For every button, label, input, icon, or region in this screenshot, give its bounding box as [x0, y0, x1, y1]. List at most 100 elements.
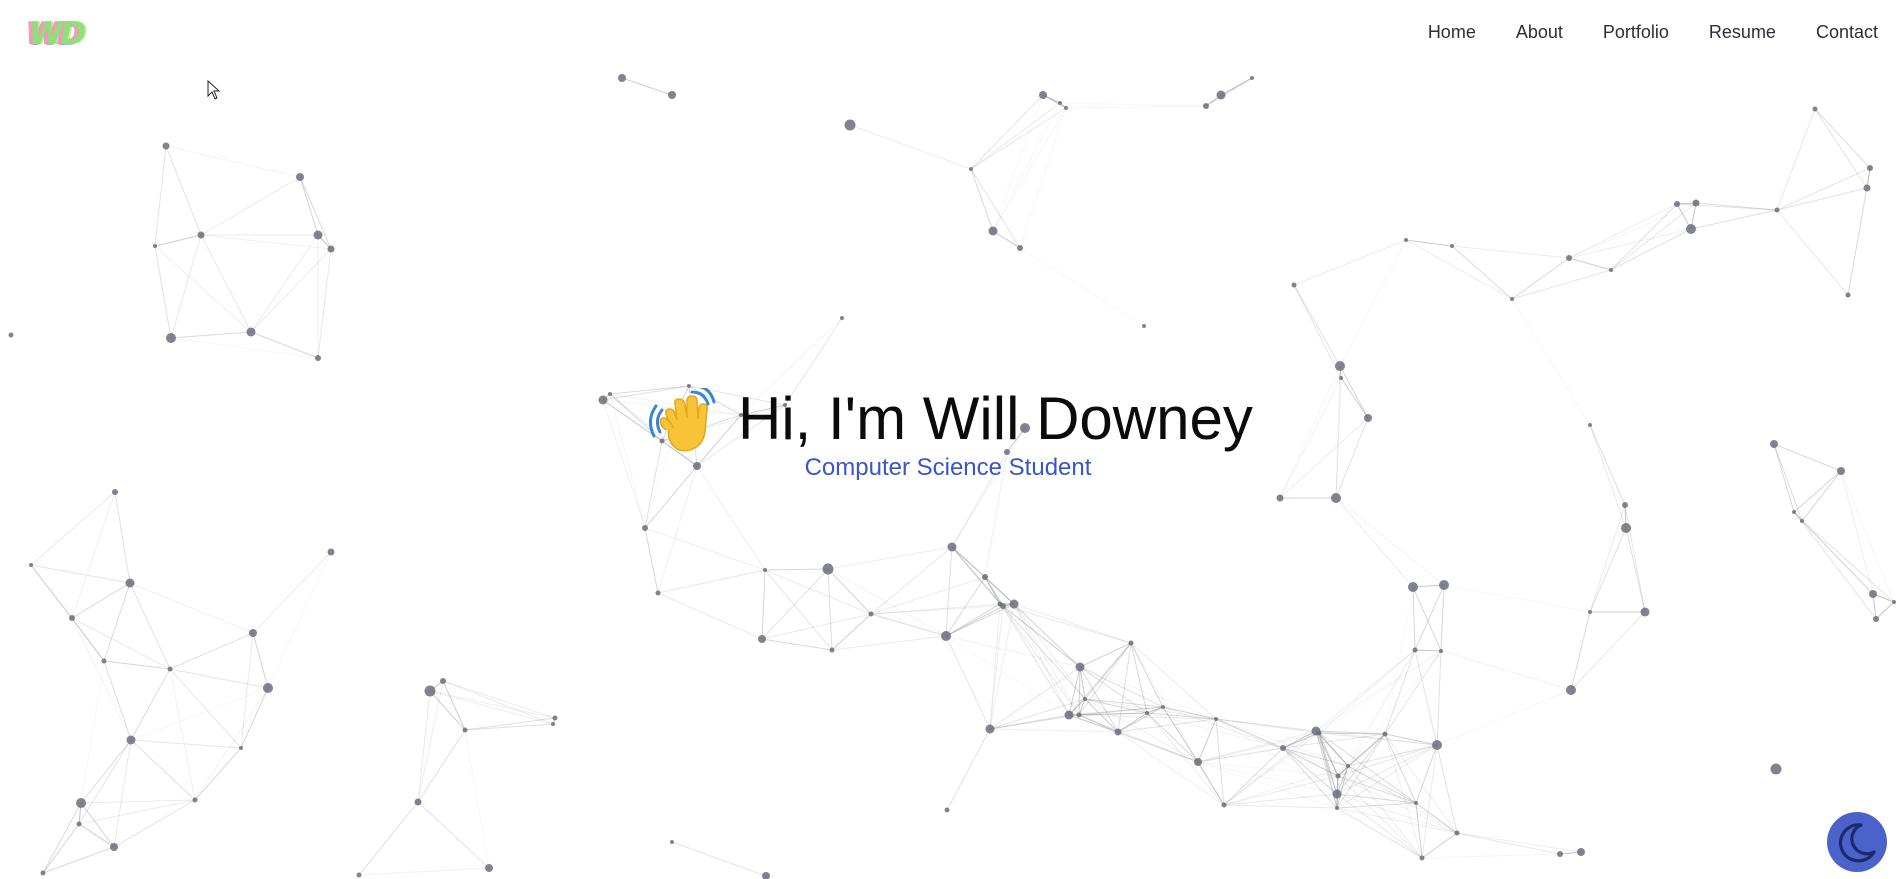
network-node [162, 142, 170, 150]
site-logo[interactable]: WD [29, 16, 86, 52]
network-node [192, 797, 198, 803]
network-edge [417, 680, 444, 803]
network-edge [165, 145, 301, 178]
network-edge [154, 234, 202, 247]
network-node [1280, 745, 1286, 751]
network-edge [1347, 649, 1416, 767]
network-edge [1079, 642, 1132, 668]
network-node [327, 245, 335, 253]
network-edge [764, 569, 872, 615]
network-node [985, 724, 995, 734]
network-edge [1776, 108, 1816, 211]
network-edge [1421, 832, 1458, 859]
network-node [239, 746, 243, 750]
network-node [1566, 255, 1572, 261]
network-node [1792, 510, 1796, 514]
network-edge [688, 385, 698, 467]
network-edge [1875, 601, 1895, 620]
network-node [1145, 711, 1149, 715]
network-edge [951, 427, 1026, 548]
theme-toggle-button[interactable] [1827, 812, 1887, 872]
network-node [1622, 502, 1628, 508]
network-edge [1335, 497, 1414, 588]
network-node [1017, 245, 1023, 251]
network-edge [1414, 584, 1445, 651]
network-edge [946, 728, 991, 811]
network-edge [194, 687, 269, 801]
network-node [1039, 91, 1047, 99]
network-edge [1690, 209, 1778, 230]
network-node [1439, 649, 1443, 653]
network-edge [317, 248, 332, 359]
network-node [1083, 697, 1087, 701]
network-edge [657, 465, 698, 594]
network-edge [1511, 257, 1570, 300]
network-edge [1282, 747, 1349, 767]
network-node [642, 525, 648, 531]
network-node [1640, 607, 1650, 617]
network-edge [849, 124, 972, 170]
nav-about-link[interactable]: About [1516, 20, 1563, 44]
network-node [1335, 806, 1339, 810]
nav-portfolio-link[interactable]: Portfolio [1603, 20, 1669, 44]
network-edge [764, 569, 833, 651]
network-edge [1801, 520, 1877, 620]
network-edge [1436, 650, 1442, 746]
network-edge [1013, 603, 1132, 644]
network-node [1837, 467, 1845, 475]
network-node [1863, 184, 1871, 192]
network-edge [1421, 744, 1438, 859]
network-edge [429, 690, 466, 731]
network-edge [1801, 520, 1895, 603]
network-node [1845, 292, 1851, 298]
network-edge [1223, 804, 1338, 809]
network-edge [129, 582, 254, 634]
network-node [1214, 717, 1218, 721]
network-edge [992, 230, 1021, 249]
network-edge [989, 728, 1119, 733]
network-edge [644, 527, 766, 571]
network-edge [688, 385, 786, 406]
network-edge [299, 176, 319, 236]
network-node [1114, 728, 1122, 736]
network-node [1869, 590, 1877, 598]
network-node [249, 629, 257, 637]
network-node [1419, 855, 1425, 861]
network-edge [165, 145, 202, 236]
network-edge [1347, 765, 1423, 859]
network-edge [1451, 245, 1513, 300]
network-edge [1814, 108, 1871, 169]
network-node [1892, 600, 1896, 604]
network-edge [1130, 642, 1148, 714]
nav-contact-link[interactable]: Contact [1816, 20, 1878, 44]
network-edge [240, 632, 254, 749]
network-edge [827, 568, 833, 651]
network-edge [1568, 202, 1697, 259]
network-edge [1456, 832, 1561, 855]
network-node [1510, 297, 1514, 301]
network-edge [1340, 377, 1369, 419]
network-node [988, 226, 998, 236]
network-edge [170, 331, 252, 339]
network-node [1004, 449, 1010, 455]
nav-home-link[interactable]: Home [1428, 20, 1476, 44]
network-edge [1335, 417, 1369, 499]
network-node [414, 798, 422, 806]
network-edge [1335, 497, 1445, 586]
network-node [1221, 802, 1227, 808]
nav-resume-link[interactable]: Resume [1709, 20, 1776, 44]
network-edge [30, 564, 131, 584]
network-edge [250, 234, 319, 333]
network-edge [154, 145, 167, 247]
network-edge [1570, 611, 1591, 691]
network-edge [761, 568, 829, 640]
network-node [1316, 730, 1322, 736]
network-node [1609, 268, 1613, 272]
network-node [1412, 647, 1418, 653]
network-edge [200, 234, 252, 333]
network-node [868, 611, 874, 617]
network-node [1674, 201, 1680, 207]
network-node [1276, 494, 1284, 502]
network-edge [103, 660, 171, 670]
network-edge [1511, 298, 1591, 426]
